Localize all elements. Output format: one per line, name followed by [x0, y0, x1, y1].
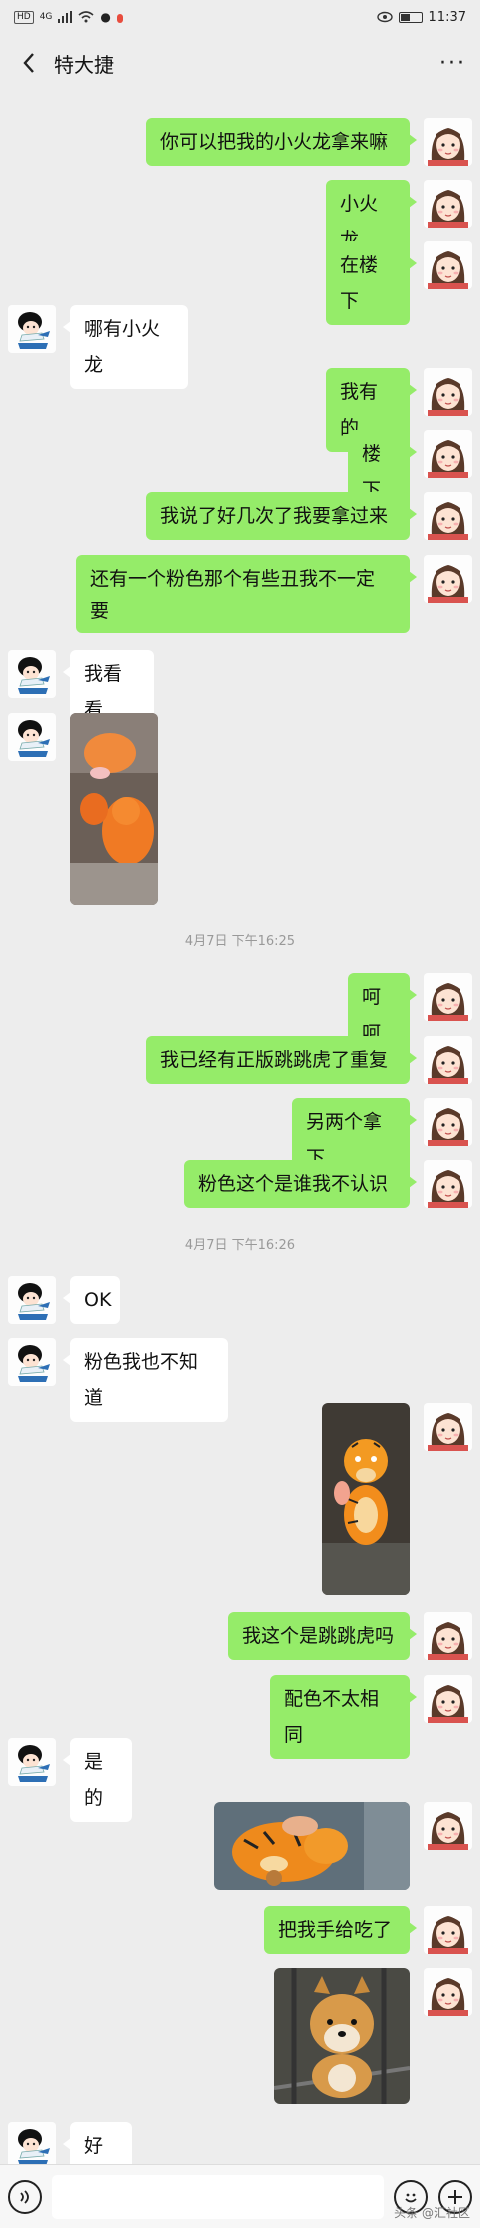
my-avatar[interactable] — [424, 1968, 472, 2016]
image-message[interactable] — [70, 713, 158, 905]
image-message[interactable] — [214, 1802, 410, 1890]
image-message[interactable] — [322, 1403, 410, 1595]
my-avatar[interactable] — [424, 1802, 472, 1850]
my-avatar[interactable] — [424, 1160, 472, 1208]
battery-level — [400, 13, 410, 21]
chevron-left-icon — [23, 53, 34, 73]
sent-message-bubble[interactable]: 我已经有正版跳跳虎了重复 — [146, 1036, 417, 1084]
message-text: 要 — [90, 600, 110, 622]
my-avatar[interactable] — [424, 1675, 472, 1723]
my-avatar[interactable] — [424, 1906, 472, 1954]
contact-avatar[interactable] — [8, 2122, 56, 2170]
eye-icon — [376, 11, 393, 23]
contact-avatar[interactable] — [8, 1276, 56, 1324]
notification-badge — [116, 10, 123, 25]
my-avatar[interactable] — [424, 180, 472, 228]
signal-icon — [58, 11, 73, 23]
plus-icon — [448, 2189, 462, 2204]
message-icon: ● — [100, 10, 111, 24]
message-input[interactable] — [52, 2174, 384, 2219]
sent-message-bubble[interactable]: 在楼下 — [326, 241, 417, 325]
sent-message-bubble[interactable]: 你可以把我的小火龙拿来嘛 — [146, 118, 417, 166]
battery-icon — [398, 11, 423, 23]
received-message-bubble[interactable]: OK — [63, 1276, 120, 1324]
received-message-bubble[interactable]: 是的 — [63, 1738, 132, 1822]
timestamp: 4月7日 下午16:25 — [184, 934, 296, 949]
message-text: 粉色我也不知道 — [84, 1351, 199, 1409]
sent-message-bubble[interactable]: 配色不太相同 — [270, 1675, 417, 1759]
my-avatar[interactable] — [424, 241, 472, 289]
contact-avatar[interactable] — [8, 650, 56, 698]
message-text: 我已经有正版跳跳虎了重复 — [160, 1049, 389, 1071]
my-avatar[interactable] — [424, 973, 472, 1021]
wifi-icon — [78, 11, 94, 23]
contact-avatar[interactable] — [8, 1338, 56, 1386]
hd-indicator: HD — [14, 10, 34, 24]
contact-avatar[interactable] — [8, 713, 56, 761]
message-text: OK — [84, 1289, 112, 1311]
voice-button[interactable] — [8, 2179, 42, 2214]
sent-message-bubble[interactable]: 粉色这个是谁我不认识 — [184, 1160, 417, 1208]
more-options-button[interactable]: ··· — [439, 51, 466, 76]
message-text: 是的 — [84, 1751, 104, 1809]
my-avatar[interactable] — [424, 1036, 472, 1084]
watermark: 头条 @汇社区 — [394, 2206, 470, 2220]
my-avatar[interactable] — [424, 430, 472, 478]
voice-icon — [20, 2189, 29, 2204]
message-text: 哪有小火龙 — [84, 318, 161, 376]
ellipsis-icon: ··· — [439, 50, 466, 76]
message-text: 还有一个粉色那个有些丑我不一定 — [90, 568, 376, 590]
sent-message-bubble[interactable]: 我说了好几次了我要拿过来 — [146, 492, 417, 540]
message-text: 把我手给吃了 — [278, 1919, 393, 1941]
my-avatar[interactable] — [424, 1098, 472, 1146]
my-avatar[interactable] — [424, 492, 472, 540]
my-avatar[interactable] — [424, 555, 472, 603]
my-avatar[interactable] — [424, 368, 472, 416]
message-text: 我这个是跳跳虎吗 — [242, 1625, 395, 1647]
message-text: 在楼下 — [340, 254, 379, 312]
contact-avatar[interactable] — [8, 1738, 56, 1786]
message-text: 我说了好几次了我要拿过来 — [160, 505, 389, 527]
received-message-bubble[interactable]: 粉色我也不知道 — [63, 1338, 228, 1422]
my-avatar[interactable] — [424, 118, 472, 166]
chat-title: 特大捷 — [54, 52, 114, 77]
sent-message-bubble[interactable]: 还有一个粉色那个有些丑我不一定要 — [76, 555, 417, 633]
message-text: 配色不太相同 — [284, 1688, 380, 1746]
message-text: 你可以把我的小火龙拿来嘛 — [160, 131, 389, 153]
network-indicator: 4G — [39, 12, 53, 22]
my-avatar[interactable] — [424, 1403, 472, 1451]
clock: 11:37 — [428, 9, 466, 25]
image-message[interactable] — [274, 1968, 410, 2104]
status-bar: HD 4G ● 11:37 — [0, 0, 480, 34]
chat-header: 特大捷 ··· — [0, 34, 480, 92]
received-message-bubble[interactable]: 哪有小火龙 — [63, 305, 188, 389]
sent-message-bubble[interactable]: 我这个是跳跳虎吗 — [228, 1612, 417, 1660]
contact-avatar[interactable] — [8, 305, 56, 353]
back-button[interactable] — [14, 48, 44, 78]
notification-badge-label — [116, 13, 123, 23]
message-text: 粉色这个是谁我不认识 — [198, 1173, 389, 1195]
timestamp: 4月7日 下午16:26 — [184, 1238, 296, 1253]
sent-message-bubble[interactable]: 把我手给吃了 — [264, 1906, 417, 1954]
my-avatar[interactable] — [424, 1612, 472, 1660]
